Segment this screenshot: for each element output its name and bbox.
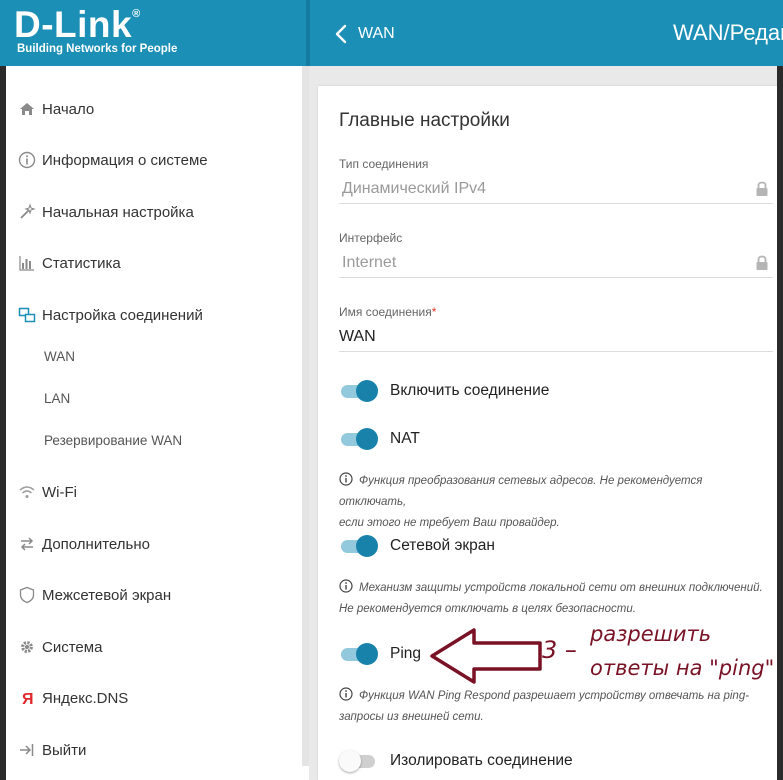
connection-name-value: WAN xyxy=(339,328,376,345)
connections-icon xyxy=(17,305,37,325)
sidebar-item-label: Wi-Fi xyxy=(42,483,77,501)
ping-hint-line2: запросы из внешней сети. xyxy=(339,711,484,723)
sidebar-item-system-info[interactable]: Информация о системе xyxy=(6,146,208,174)
sidebar-item-label: Дополнительно xyxy=(42,535,150,553)
router-web-ui: D-Link® Building Networks for People WAN… xyxy=(0,0,783,780)
connection-type-label: Тип соединения xyxy=(339,157,429,171)
sidebar-item-label: Начало xyxy=(42,100,95,118)
sidebar-item-firewall[interactable]: Межсетевой экран xyxy=(6,581,171,609)
connection-name-label-text: Имя соединения xyxy=(339,305,432,319)
sidebar-item-statistics[interactable]: Статистика xyxy=(6,249,121,277)
sidebar-item-label: Система xyxy=(42,638,103,656)
back-label: WAN xyxy=(358,25,395,42)
arrows-icon xyxy=(17,534,37,554)
sidebar-item-logout[interactable]: Выйти xyxy=(6,736,86,764)
annotation-text-line2: ответы на "ping" xyxy=(590,656,775,680)
gear-icon xyxy=(17,637,37,657)
sidebar-item-label: Начальная настройка xyxy=(42,203,194,221)
sidebar-item-label: Межсетевой экран xyxy=(42,586,172,604)
header-divider xyxy=(306,0,310,66)
enable-connection-toggle[interactable] xyxy=(339,379,379,403)
firewall-hint: Механизм защиты устройств локальной сети… xyxy=(339,578,769,620)
ping-label: Ping xyxy=(390,645,422,662)
logo-tagline: Building Networks for People xyxy=(17,43,178,55)
sidebar-item-label: Статистика xyxy=(42,254,121,272)
annotation-arrow-icon xyxy=(430,628,542,684)
sidebar-item-advanced[interactable]: Дополнительно xyxy=(6,530,150,558)
sidebar-subitem-wan[interactable]: WAN xyxy=(44,344,75,368)
logo-registered-mark: ® xyxy=(132,8,141,20)
chevron-left-icon xyxy=(335,24,347,44)
page-title: WAN/Редак xyxy=(673,20,783,45)
sidebar-item-label: Информация о системе xyxy=(42,151,208,169)
back-button[interactable]: WAN xyxy=(334,20,395,48)
connection-type-field: Динамический IPv4 xyxy=(339,175,773,204)
annotation-text-line1: разрешить xyxy=(590,622,712,646)
nat-hint-line2: если этого не требует Ваш провайдер. xyxy=(339,517,560,529)
interface-field: Internet xyxy=(339,249,773,278)
ping-toggle[interactable] xyxy=(339,642,379,666)
sidebar-subitem-lan[interactable]: LAN xyxy=(44,386,70,410)
sidebar-item-label: Яндекс.DNS xyxy=(42,689,129,707)
sidebar-item-initial-setup[interactable]: Начальная настройка xyxy=(6,198,194,226)
nat-label: NAT xyxy=(390,430,420,447)
sidebar-item-system[interactable]: Система xyxy=(6,633,102,661)
sidebar-scrollbar[interactable] xyxy=(302,66,309,766)
info-icon xyxy=(339,472,353,486)
info-icon xyxy=(17,150,37,170)
nat-hint-line1: Функция преобразования сетевых адресов. … xyxy=(339,475,703,508)
connection-name-input[interactable]: WAN xyxy=(339,323,773,352)
lock-icon xyxy=(756,255,768,270)
wand-icon xyxy=(17,202,37,222)
sidebar-item-label: Выйти xyxy=(42,741,87,759)
top-header: D-Link® Building Networks for People WAN… xyxy=(0,0,783,66)
section-title: Главные настройки xyxy=(339,110,510,131)
nat-toggle[interactable] xyxy=(339,427,379,451)
ping-hint: Функция WAN Ping Respond разрешает устро… xyxy=(339,686,769,728)
info-icon xyxy=(339,579,353,593)
sidebar-item-label: Настройка соединений xyxy=(42,306,203,324)
wifi-icon xyxy=(17,482,37,502)
firewall-hint-line1: Механизм защиты устройств локальной сети… xyxy=(359,582,763,594)
sidebar-item-wifi[interactable]: Wi-Fi xyxy=(6,478,77,506)
info-icon xyxy=(339,687,353,701)
sidebar: Начало Информация о системе Начальная на… xyxy=(6,66,302,780)
sidebar-item-yandex-dns[interactable]: Я Яндекс.DNS xyxy=(6,684,128,712)
home-icon xyxy=(17,99,37,119)
interface-label: Интерфейс xyxy=(339,231,403,245)
shield-icon xyxy=(17,585,37,605)
sidebar-item-home[interactable]: Начало xyxy=(6,95,94,123)
firewall-hint-line2: Не рекомендуется отключать в целях безоп… xyxy=(339,603,636,615)
interface-value: Internet xyxy=(342,254,397,271)
enable-connection-label: Включить соединение xyxy=(390,382,550,399)
isolate-connection-label: Изолировать соединение xyxy=(390,752,573,769)
bar-chart-icon xyxy=(17,253,37,273)
connection-name-label: Имя соединения* xyxy=(339,305,436,319)
sidebar-subitem-wan-backup[interactable]: Резервирование WAN xyxy=(44,428,182,452)
yandex-icon: Я xyxy=(17,688,37,708)
svg-text:Я: Я xyxy=(22,691,34,707)
annotation-step-number: 3 – xyxy=(542,636,577,664)
ping-hint-line1: Функция WAN Ping Respond разрешает устро… xyxy=(359,690,750,702)
firewall-label: Сетевой экран xyxy=(390,537,495,554)
logout-icon xyxy=(17,740,37,760)
firewall-toggle[interactable] xyxy=(339,534,379,558)
sidebar-item-connections[interactable]: Настройка соединений xyxy=(6,301,203,329)
logo-text: D-Link xyxy=(14,4,133,45)
required-mark: * xyxy=(431,305,437,319)
lock-icon xyxy=(756,181,768,196)
nat-hint: Функция преобразования сетевых адресов. … xyxy=(339,471,769,534)
logo: D-Link® Building Networks for People xyxy=(0,0,305,66)
connection-type-value: Динамический IPv4 xyxy=(342,180,487,197)
isolate-connection-toggle[interactable] xyxy=(339,749,379,773)
window-border-right xyxy=(777,66,783,780)
